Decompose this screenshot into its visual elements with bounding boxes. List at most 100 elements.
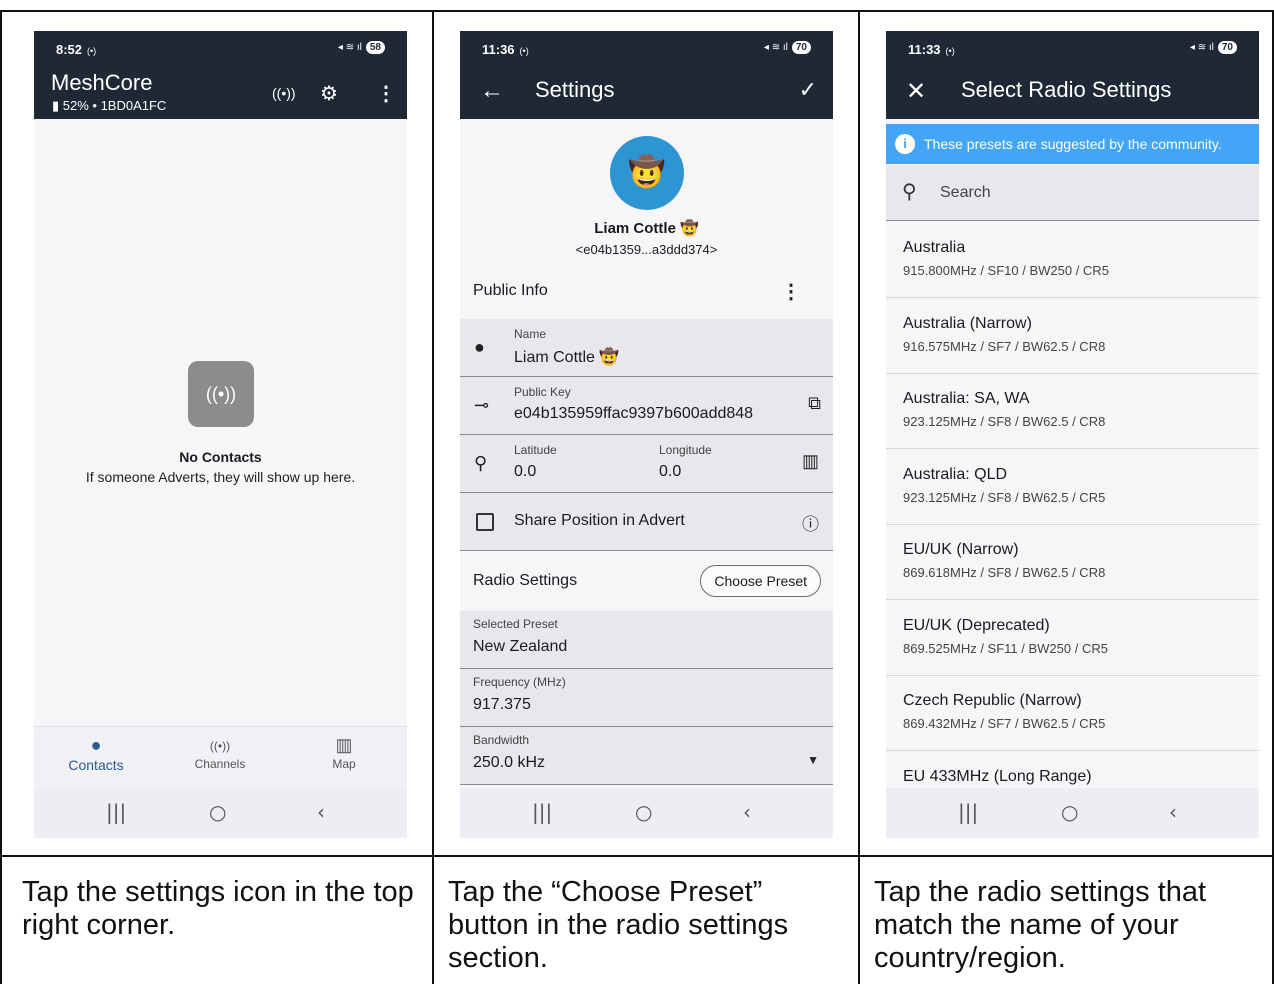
battery-icon: ▮: [52, 98, 60, 113]
preset-item[interactable]: EU/UK (Deprecated) 869.525MHz / SF11 / BW…: [886, 600, 1259, 676]
close-icon[interactable]: ✕: [906, 77, 926, 106]
longitude-label: Longitude: [659, 443, 712, 457]
share-position-label: Share Position in Advert: [514, 512, 685, 529]
table-left-border: [0, 10, 2, 984]
caption-step-3: Tap the radio settings that match the na…: [874, 876, 1207, 974]
preset-detail: 916.575MHz / SF7 / BW62.5 / CR8: [903, 338, 1106, 354]
back-arrow-icon[interactable]: ←: [480, 77, 504, 105]
system-nav-bar: ||| ○ ‹: [460, 788, 833, 838]
search-input[interactable]: ⚲ Search: [886, 165, 1259, 221]
preset-name: Czech Republic (Narrow): [903, 692, 1082, 709]
empty-title: No Contacts: [179, 449, 262, 465]
info-text: These presets are suggested by the commu…: [924, 136, 1222, 152]
choose-preset-button[interactable]: Choose Preset: [700, 565, 821, 597]
table-col-divider-2: [858, 10, 860, 984]
selected-preset-value: New Zealand: [473, 638, 568, 655]
status-time: 11:36 (•): [482, 42, 529, 57]
battery-badge: 58: [365, 41, 385, 54]
home-icon[interactable]: ○: [209, 800, 226, 824]
preset-detail: 915.800MHz / SF10 / BW250 / CR5: [903, 263, 1109, 278]
battery-badge: 70: [1217, 41, 1237, 54]
preset-item[interactable]: EU/UK (Narrow) 869.618MHz / SF8 / BW62.5 …: [886, 524, 1259, 600]
back-icon[interactable]: ‹: [743, 800, 751, 824]
back-icon[interactable]: ‹: [317, 800, 325, 824]
preset-detail: 869.525MHz / SF11 / BW250 / CR5: [903, 640, 1108, 656]
info-icon[interactable]: ⓘ: [802, 510, 819, 535]
preset-name: EU/UK (Deprecated): [903, 616, 1050, 634]
profile-name: Liam Cottle 🤠: [594, 220, 699, 237]
app-bar: MeshCore ▮ 52% • 1BD0A1FC ((•)) ⚙ ⋮: [34, 65, 407, 119]
recent-apps-icon[interactable]: |||: [532, 800, 552, 824]
preset-item[interactable]: Australia (Narrow) 916.575MHz / SF7 / BW6…: [886, 298, 1259, 374]
location-field[interactable]: ⚲ Latitude 0.0 Longitude 0.0 ▥: [460, 435, 833, 493]
recent-apps-icon[interactable]: |||: [958, 800, 978, 824]
battery-badge: 70: [791, 41, 811, 54]
status-icons: ◂ ≋ ıl 58: [338, 41, 385, 54]
status-bar: 11:33 (•) ◂ ≋ ıl 70: [886, 31, 1259, 65]
nav-channels[interactable]: ((•)) Channels: [170, 735, 270, 771]
nav-contacts[interactable]: ● Contacts: [46, 735, 146, 773]
copy-icon[interactable]: ⧉: [808, 393, 821, 414]
preset-name: Australia: SA, WA: [903, 390, 1030, 407]
nav-map-label: Map: [332, 757, 356, 771]
bandwidth-value: 250.0 kHz: [473, 754, 546, 771]
location-pin-icon: ⚲: [474, 453, 488, 473]
check-icon[interactable]: ✓: [799, 77, 817, 103]
back-icon[interactable]: ‹: [1169, 800, 1177, 824]
key-icon: ⊸: [474, 395, 490, 415]
info-icon: i: [895, 134, 915, 154]
map-icon[interactable]: ▥: [802, 451, 819, 472]
share-position-row[interactable]: Share Position in Advert ⓘ: [460, 493, 833, 551]
nav-channels-label: Channels: [194, 757, 246, 771]
caption-step-2: Tap the “Choose Preset” button in the ra…: [448, 876, 789, 974]
preset-item[interactable]: Australia 915.800MHz / SF10 / BW250 / CR5: [886, 222, 1259, 298]
selected-preset-field[interactable]: Selected Preset New Zealand: [460, 611, 833, 669]
frequency-value: 917.375: [473, 696, 531, 713]
more-vert-icon[interactable]: ⋮: [376, 81, 396, 106]
preset-name: Australia: QLD: [903, 465, 1008, 483]
preset-detail: 869.432MHz / SF7 / BW62.5 / CR5: [903, 716, 1106, 731]
page-title: Select Radio Settings: [961, 77, 1172, 102]
status-time: 8:52 (•): [56, 42, 97, 57]
frequency-field[interactable]: Frequency (MHz) 917.375: [460, 669, 833, 727]
gear-icon[interactable]: ⚙: [320, 81, 338, 106]
table-row-divider: [0, 855, 1274, 857]
bandwidth-label: Bandwidth: [473, 733, 530, 747]
screen-select-radio: 11:33 (•) ◂ ≋ ıl 70 ✕ Select Radio Setting…: [886, 31, 1259, 838]
person-icon: ●: [90, 735, 102, 755]
empty-subtitle: If someone Adverts, they will show up he…: [85, 469, 356, 485]
frequency-label: Frequency (MHz): [473, 675, 566, 689]
public-key-label: Public Key: [514, 385, 571, 399]
nav-contacts-label: Contacts: [68, 757, 124, 773]
screen-settings: 11:36 (•) ◂ ≋ ıl 70 ← Settings ✓ 🤠 Liam Co…: [460, 31, 833, 838]
advert-icon[interactable]: ((•)): [272, 85, 296, 101]
map-icon: ▥: [335, 735, 353, 755]
caption-step-1: Tap the settings icon in the top right c…: [22, 876, 414, 941]
bottom-navigation: ● Contacts ((•)) Channels ▥ Map: [34, 726, 407, 788]
status-bar: 8:52 (•) ◂ ≋ ıl 58: [34, 31, 407, 65]
dropdown-arrow-icon[interactable]: ▼: [807, 753, 819, 767]
preset-item[interactable]: Australia: QLD 923.125MHz / SF8 / BW62.5 …: [886, 449, 1259, 525]
share-position-checkbox[interactable]: [476, 513, 494, 531]
avatar: 🤠: [610, 136, 684, 210]
public-info-label: Public Info: [473, 282, 548, 299]
home-icon[interactable]: ○: [635, 800, 652, 824]
preset-item[interactable]: Czech Republic (Narrow) 869.432MHz / SF7 …: [886, 675, 1259, 751]
nav-map[interactable]: ▥ Map: [294, 735, 394, 771]
bandwidth-field[interactable]: Bandwidth 250.0 kHz ▼: [460, 727, 833, 785]
recent-apps-icon[interactable]: |||: [106, 800, 126, 824]
status-icons: ◂ ≋ ıl 70: [764, 41, 811, 54]
info-banner: i These presets are suggested by the com…: [886, 124, 1259, 164]
selected-preset-label: Selected Preset: [473, 617, 558, 631]
preset-name: EU 433MHz (Long Range): [903, 767, 1092, 785]
home-icon[interactable]: ○: [1061, 800, 1078, 824]
system-nav-bar: ||| ○ ‹: [886, 788, 1259, 838]
more-vert-icon[interactable]: ⋮: [781, 279, 801, 304]
public-key-field[interactable]: ⊸ Public Key e04b135959ffac9397b600add84…: [460, 377, 833, 435]
signal-icon: ◂ ≋ ıl: [337, 42, 362, 53]
status-bar: 11:36 (•) ◂ ≋ ıl 70: [460, 31, 833, 65]
profile-key: <e04b1359...a3ddd374>: [575, 242, 718, 257]
name-field[interactable]: ● Name Liam Cottle 🤠: [460, 319, 833, 377]
public-key-value: e04b135959ffac9397b600add848: [514, 405, 754, 422]
preset-item[interactable]: Australia: SA, WA 923.125MHz / SF8 / BW62…: [886, 373, 1259, 449]
